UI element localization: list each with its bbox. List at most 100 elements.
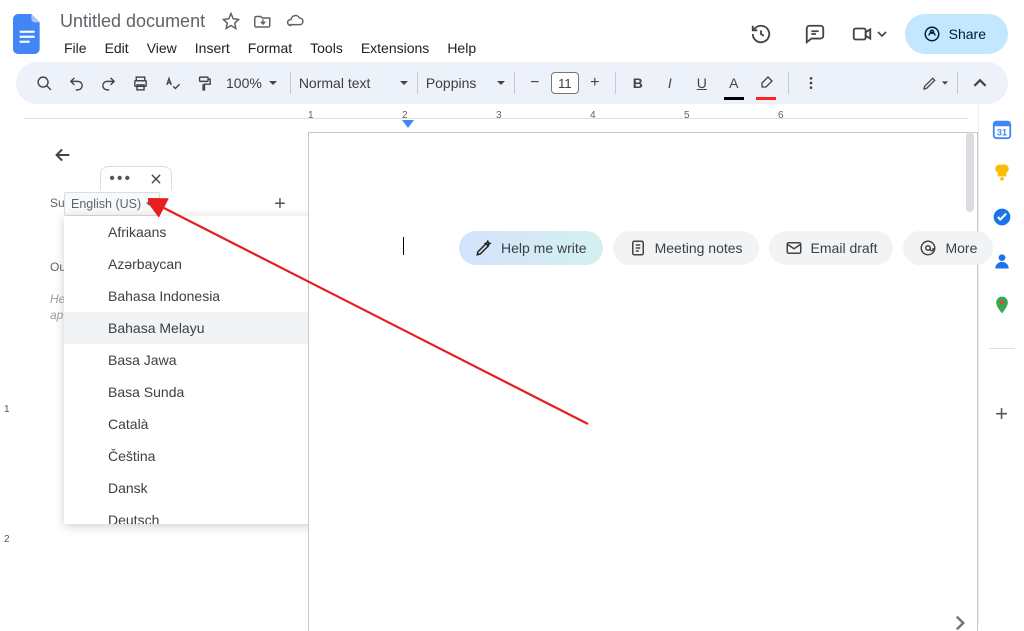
chip-meeting-notes[interactable]: Meeting notes bbox=[613, 231, 759, 265]
separator bbox=[290, 72, 291, 94]
side-panel: 31 + bbox=[978, 104, 1024, 625]
share-label: Share bbox=[949, 26, 986, 42]
scrollbar-thumb[interactable] bbox=[966, 132, 974, 212]
panel-drag-handle[interactable]: ••• bbox=[100, 166, 172, 190]
comments-icon[interactable] bbox=[797, 16, 833, 52]
menu-file[interactable]: File bbox=[56, 36, 95, 60]
language-option[interactable]: Deutsch bbox=[64, 504, 344, 524]
menu-extensions[interactable]: Extensions bbox=[353, 36, 437, 60]
chevron-right-icon[interactable] bbox=[952, 615, 968, 631]
history-icon[interactable] bbox=[743, 16, 779, 52]
redo-icon[interactable] bbox=[94, 69, 122, 97]
horizontal-ruler[interactable]: 1 2 3 4 5 6 bbox=[24, 110, 968, 128]
svg-text:31: 31 bbox=[996, 127, 1006, 137]
meet-icon[interactable] bbox=[851, 16, 887, 52]
close-icon[interactable] bbox=[149, 172, 163, 186]
language-option[interactable]: Basa Sunda bbox=[64, 376, 344, 408]
font-value: Poppins bbox=[426, 75, 477, 91]
indent-marker-icon[interactable] bbox=[402, 120, 414, 130]
chevron-down-icon bbox=[496, 78, 506, 88]
bold-button[interactable]: B bbox=[624, 69, 652, 97]
language-option[interactable]: Dansk bbox=[64, 472, 344, 504]
vruler-tick: 2 bbox=[4, 534, 10, 545]
document-area: 1 2 3 4 5 6 ••• Sum Out He ap + English … bbox=[18, 104, 978, 625]
menu-help[interactable]: Help bbox=[439, 36, 484, 60]
undo-icon[interactable] bbox=[62, 69, 90, 97]
move-icon[interactable] bbox=[253, 11, 273, 31]
keep-icon[interactable] bbox=[991, 162, 1013, 184]
email-icon bbox=[785, 239, 803, 257]
language-option[interactable]: Čeština bbox=[64, 440, 344, 472]
menu-tools[interactable]: Tools bbox=[302, 36, 351, 60]
rail-separator bbox=[989, 348, 1015, 349]
separator bbox=[957, 72, 958, 94]
toolbar-container: 100% Normal text Poppins − 11 + B I U A bbox=[0, 62, 1024, 104]
language-option[interactable]: Afrikaans bbox=[64, 216, 344, 248]
language-option[interactable]: Bahasa Melayu bbox=[64, 312, 344, 344]
menu-format[interactable]: Format bbox=[240, 36, 300, 60]
language-option[interactable]: Basa Jawa bbox=[64, 344, 344, 376]
menu-view[interactable]: View bbox=[139, 36, 185, 60]
chip-label: More bbox=[945, 240, 977, 256]
menu-bar: File Edit View Insert Format Tools Exten… bbox=[56, 36, 743, 60]
language-selected-value: English (US) bbox=[71, 197, 141, 211]
text-cursor bbox=[403, 237, 404, 255]
document-page[interactable]: Help me write Meeting notes Email draft … bbox=[308, 132, 978, 631]
star-icon[interactable] bbox=[221, 11, 241, 31]
editing-mode-button[interactable] bbox=[921, 69, 949, 97]
language-option[interactable]: Azərbaycan bbox=[64, 248, 344, 280]
separator bbox=[417, 72, 418, 94]
chip-more[interactable]: More bbox=[903, 231, 993, 265]
print-icon[interactable] bbox=[126, 69, 154, 97]
font-size-decrease-button[interactable]: − bbox=[523, 71, 547, 95]
tasks-icon[interactable] bbox=[991, 206, 1013, 228]
search-icon[interactable] bbox=[30, 69, 58, 97]
more-tools-button[interactable] bbox=[797, 69, 825, 97]
font-dropdown[interactable]: Poppins bbox=[426, 75, 506, 91]
contacts-icon[interactable] bbox=[991, 250, 1013, 272]
highlight-color-button[interactable] bbox=[752, 69, 780, 97]
font-size-group: − 11 + bbox=[523, 71, 607, 95]
hruler-tick: 4 bbox=[590, 110, 596, 121]
sidebar-hint-2: ap bbox=[50, 308, 63, 322]
italic-button[interactable]: I bbox=[656, 69, 684, 97]
hruler-tick: 3 bbox=[496, 110, 502, 121]
cloud-status-icon[interactable] bbox=[285, 11, 305, 31]
title-column: Untitled document File Edit View Insert … bbox=[56, 8, 743, 60]
pen-sparkle-icon bbox=[475, 239, 493, 257]
spellcheck-icon[interactable] bbox=[158, 69, 186, 97]
zoom-dropdown[interactable]: 100% bbox=[222, 75, 282, 91]
calendar-icon[interactable]: 31 bbox=[991, 118, 1013, 140]
docs-logo-icon[interactable] bbox=[10, 12, 46, 56]
collapse-toolbar-button[interactable] bbox=[966, 69, 994, 97]
font-size-increase-button[interactable]: + bbox=[583, 71, 607, 95]
toolbar: 100% Normal text Poppins − 11 + B I U A bbox=[16, 62, 1008, 104]
separator bbox=[514, 72, 515, 94]
menu-edit[interactable]: Edit bbox=[97, 36, 137, 60]
add-outline-button[interactable]: + bbox=[268, 192, 292, 216]
back-arrow-icon[interactable] bbox=[52, 144, 74, 166]
paragraph-style-dropdown[interactable]: Normal text bbox=[299, 75, 409, 91]
language-option[interactable]: Bahasa Indonesia bbox=[64, 280, 344, 312]
menu-insert[interactable]: Insert bbox=[187, 36, 238, 60]
chevron-down-icon bbox=[399, 78, 409, 88]
chevron-down-icon bbox=[145, 200, 153, 208]
chip-email-draft[interactable]: Email draft bbox=[769, 231, 894, 265]
language-menu[interactable]: AfrikaansAzərbaycanBahasa IndonesiaBahas… bbox=[64, 216, 344, 524]
share-button[interactable]: Share bbox=[905, 14, 1008, 54]
underline-button[interactable]: U bbox=[688, 69, 716, 97]
vruler-tick: 1 bbox=[4, 404, 10, 415]
maps-icon[interactable] bbox=[991, 294, 1013, 316]
language-option[interactable]: Català bbox=[64, 408, 344, 440]
paint-format-icon[interactable] bbox=[190, 69, 218, 97]
document-title[interactable]: Untitled document bbox=[56, 11, 209, 32]
chip-help-me-write[interactable]: Help me write bbox=[459, 231, 603, 265]
language-dropdown[interactable]: English (US) bbox=[64, 192, 160, 216]
text-color-button[interactable]: A bbox=[720, 69, 748, 97]
separator bbox=[788, 72, 789, 94]
chip-label: Meeting notes bbox=[655, 240, 743, 256]
more-icon[interactable]: ••• bbox=[109, 170, 132, 188]
font-size-input[interactable]: 11 bbox=[551, 72, 579, 94]
get-addons-button[interactable]: + bbox=[995, 401, 1008, 427]
main-area: 1 2 1 2 3 4 5 6 ••• Sum Out He ap + Engl… bbox=[0, 104, 1024, 625]
